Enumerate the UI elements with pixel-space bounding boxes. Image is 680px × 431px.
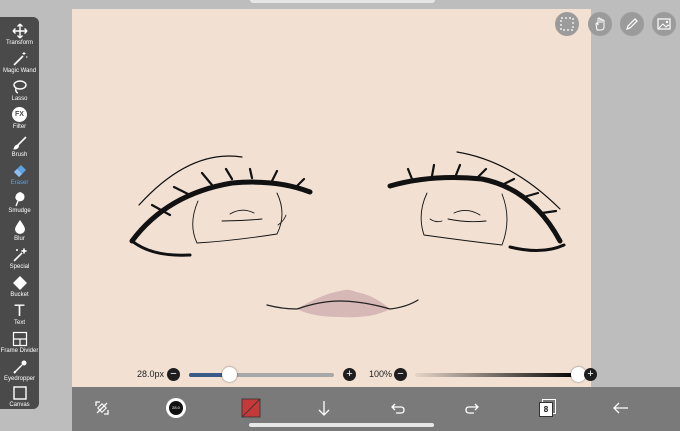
tool-special[interactable]: Special: [0, 244, 39, 271]
fx-glyph: FX: [12, 107, 27, 122]
tool-label: Text: [13, 320, 25, 326]
tool-blur[interactable]: Blur: [0, 216, 39, 243]
lips: [266, 289, 419, 318]
pen-button[interactable]: [620, 12, 644, 36]
brush-icon: [9, 134, 31, 151]
left-eye: [129, 155, 313, 257]
tool-panel: Transform Magic Wand Lasso FX Filter Bru…: [0, 17, 39, 409]
tool-transform[interactable]: Transform: [0, 20, 39, 47]
selection-button[interactable]: [555, 12, 579, 36]
color-swatch-icon: [241, 398, 261, 418]
image-icon: [657, 18, 671, 30]
smudge-icon: [9, 190, 31, 207]
brush-size-minus-button[interactable]: −: [167, 368, 180, 381]
layers-icon: 8: [538, 399, 556, 417]
artwork: [129, 151, 566, 318]
layers-button[interactable]: 8: [534, 395, 560, 421]
download-button[interactable]: [311, 395, 337, 421]
tool-label: Brush: [11, 152, 28, 158]
tool-label: Eraser: [10, 180, 29, 186]
magic-wand-icon: [9, 50, 31, 67]
canvas-icon: [9, 384, 31, 401]
tool-magic-wand[interactable]: Magic Wand: [0, 48, 39, 75]
lasso-icon: [9, 78, 31, 95]
text-t-icon: T: [9, 302, 31, 319]
tool-label: Canvas: [9, 402, 30, 408]
redo-icon: [465, 403, 479, 414]
tool-label: Bucket: [10, 292, 29, 298]
status-bar-notch: [250, 0, 435, 3]
arrow-down-icon: [318, 401, 330, 416]
tool-eraser[interactable]: Eraser: [0, 160, 39, 187]
minus-icon: −: [397, 368, 404, 380]
gallery-button[interactable]: [652, 12, 676, 36]
undo-button[interactable]: [385, 395, 411, 421]
pencil-icon: [626, 18, 638, 30]
color-button[interactable]: [238, 395, 264, 421]
arrow-left-icon: [613, 402, 628, 414]
undo-icon: [391, 403, 405, 414]
brush-size-slider[interactable]: [189, 367, 334, 382]
tool-frame-divider[interactable]: Frame Divider: [0, 328, 39, 355]
fx-icon: FX: [9, 106, 31, 123]
tool-eyedropper[interactable]: Eyedropper: [0, 356, 39, 383]
right-eye: [387, 151, 566, 252]
hand-button[interactable]: [588, 12, 612, 36]
blur-drop-icon: [9, 218, 31, 235]
eraser-icon: [9, 162, 31, 179]
home-indicator: [249, 423, 434, 427]
dashed-select-icon: [560, 17, 574, 31]
tool-label: Magic Wand: [2, 68, 37, 74]
transform-arrows-icon: [95, 401, 109, 415]
tool-label: Frame Divider: [0, 348, 39, 354]
tool-brush[interactable]: Brush: [0, 132, 39, 159]
special-wand-icon: [9, 246, 31, 263]
tool-label: Smudge: [8, 208, 31, 214]
brush-size-value: 28.0px: [137, 369, 165, 379]
tool-bucket[interactable]: Bucket: [0, 272, 39, 299]
layers-count: 8: [539, 402, 553, 417]
tool-smudge[interactable]: Smudge: [0, 188, 39, 215]
eyedropper-icon: [9, 358, 31, 375]
frame-divider-icon: [9, 330, 31, 347]
hand-icon: [595, 17, 605, 31]
tool-label: Blur: [14, 236, 25, 242]
tool-text[interactable]: T Text: [0, 300, 39, 327]
opacity-minus-button[interactable]: −: [394, 368, 407, 381]
tool-canvas[interactable]: Canvas: [0, 382, 39, 409]
opacity-value: 100%: [369, 369, 393, 379]
tool-label: Filter: [12, 124, 27, 130]
tool-label: Special: [9, 264, 30, 270]
tool-lasso[interactable]: Lasso: [0, 76, 39, 103]
brush-preview-size: 28.0: [169, 401, 183, 415]
back-button[interactable]: [608, 395, 634, 421]
brush-size-plus-button[interactable]: +: [343, 368, 356, 381]
bucket-icon: [9, 274, 31, 291]
opacity-slider[interactable]: [415, 367, 586, 382]
tool-label: Transform: [5, 40, 34, 46]
brush-preview-icon: 28.0: [166, 398, 186, 418]
brush-size-handle[interactable]: [222, 367, 238, 382]
move-arrows-icon: [9, 22, 31, 39]
drawing-canvas[interactable]: [72, 9, 591, 387]
tool-filter[interactable]: FX Filter: [0, 104, 39, 131]
plus-icon: +: [587, 368, 594, 380]
quick-menu-button[interactable]: [89, 395, 115, 421]
bottom-bar-right: [591, 387, 680, 431]
brush-preview-button[interactable]: 28.0: [163, 395, 189, 421]
text-glyph: T: [14, 301, 25, 320]
plus-icon: +: [346, 368, 353, 380]
opacity-plus-button[interactable]: +: [584, 368, 597, 381]
redo-button[interactable]: [459, 395, 485, 421]
tool-label: Lasso: [11, 96, 28, 102]
minus-icon: −: [170, 368, 177, 380]
